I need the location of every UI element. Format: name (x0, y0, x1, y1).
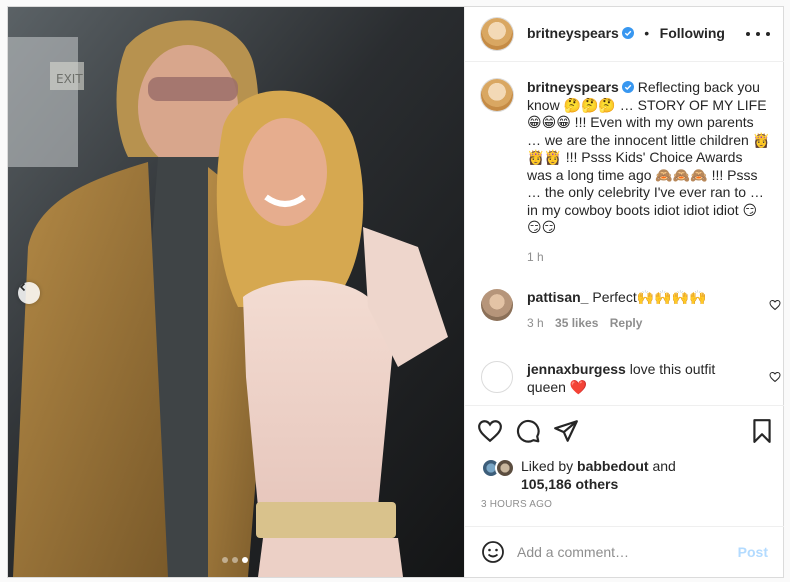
commenter-avatar[interactable] (481, 361, 513, 393)
carousel-dot (232, 557, 238, 563)
comments-section: britneyspears Reflecting back you know 🤔… (465, 63, 784, 405)
likes-text: Liked by babbedout and 105,186 others (521, 458, 676, 493)
liker-avatar[interactable] (495, 458, 515, 478)
comment-username[interactable]: jennaxburgess (527, 361, 626, 377)
likes-user-link[interactable]: babbedout (577, 458, 649, 474)
comment-like-heart-icon[interactable] (769, 371, 781, 383)
commenter-avatar[interactable] (481, 289, 513, 321)
caption-body: britneyspears Reflecting back you know 🤔… (527, 79, 771, 266)
likes-others-link[interactable]: 105,186 others (521, 476, 618, 492)
post-comment-button[interactable]: Post (738, 544, 768, 560)
add-comment-input[interactable] (517, 544, 738, 560)
author-avatar[interactable] (481, 18, 513, 50)
more-options-icon[interactable] (746, 26, 770, 42)
liker-avatars (481, 458, 517, 478)
photo-illustration: EXIT (8, 7, 464, 577)
likes-summary: Liked by babbedout and 105,186 others (481, 458, 676, 493)
svg-text:EXIT: EXIT (56, 72, 83, 86)
comment-item: jennaxburgess love this outfit queen ❤️ (481, 361, 781, 396)
caption-username[interactable]: britneyspears (527, 79, 619, 95)
likes-prefix: Liked by (521, 458, 574, 474)
chevron-left-icon (19, 282, 26, 292)
like-heart-icon[interactable] (477, 418, 503, 444)
comment-time[interactable]: 3 h (527, 316, 544, 330)
comment-body: pattisan_ Perfect🙌🙌🙌🙌 3 h 35 likes Reply (527, 289, 749, 332)
comment-body: jennaxburgess love this outfit queen ❤️ (527, 361, 749, 396)
comment-bubble-icon[interactable] (515, 418, 541, 444)
post-dialog: EXIT britneyspears • Following britneysp… (7, 6, 784, 578)
comment-like-heart-icon[interactable] (769, 299, 781, 311)
author-username[interactable]: britneyspears (527, 25, 619, 41)
post-header: britneyspears • Following (465, 7, 784, 62)
author-block: britneyspears • Following (527, 25, 725, 43)
likes-and: and (652, 458, 676, 474)
comment-item: pattisan_ Perfect🙌🙌🙌🙌 3 h 35 likes Reply (481, 289, 781, 332)
comment-text: Perfect🙌🙌🙌🙌 (592, 289, 707, 305)
post-side-panel: britneyspears • Following britneyspears … (464, 7, 784, 577)
caption-avatar[interactable] (481, 79, 513, 111)
header-separator: • (644, 25, 650, 41)
caption-time[interactable]: 1 h (527, 249, 771, 267)
post-photo[interactable]: EXIT (8, 7, 464, 577)
verified-badge-icon (621, 81, 634, 93)
share-paper-plane-icon[interactable] (553, 418, 579, 444)
comment-username[interactable]: pattisan_ (527, 289, 588, 305)
following-button[interactable]: Following (660, 25, 725, 41)
carousel-dot-active (242, 557, 248, 563)
carousel-dot (222, 557, 228, 563)
verified-badge-icon (621, 27, 634, 39)
carousel-indicator (222, 557, 248, 563)
comment-likes[interactable]: 35 likes (555, 316, 598, 330)
save-bookmark-icon[interactable] (749, 418, 775, 444)
emoji-smiley-icon[interactable] (481, 540, 505, 564)
post-timestamp[interactable]: 3 HOURS AGO (481, 499, 552, 510)
add-comment-bar: Post (465, 526, 784, 577)
caption-text: Reflecting back you know 🤔🤔🤔 … STORY OF … (527, 79, 771, 235)
post-actions: Liked by babbedout and 105,186 others 3 … (465, 405, 784, 577)
action-icons (475, 418, 775, 444)
caption: britneyspears Reflecting back you know 🤔… (481, 79, 771, 266)
carousel-prev-button[interactable] (18, 282, 40, 304)
comment-reply-button[interactable]: Reply (610, 316, 643, 330)
comment-meta: 3 h 35 likes Reply (527, 315, 749, 333)
